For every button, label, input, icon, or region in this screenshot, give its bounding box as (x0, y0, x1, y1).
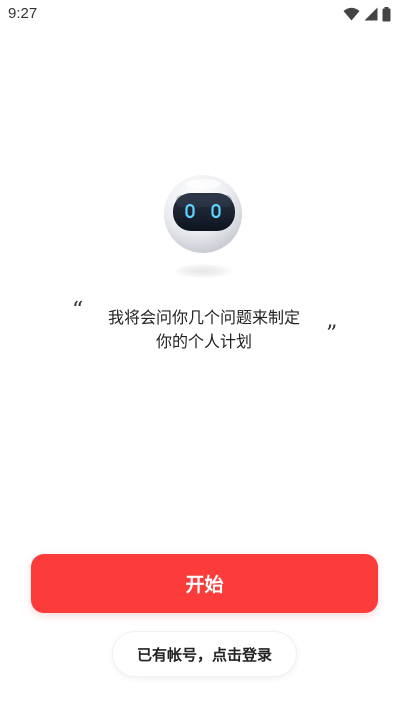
status-time: 9:27 (8, 5, 38, 22)
robot-shadow (174, 264, 232, 278)
quote-open-mark: “ (72, 298, 84, 323)
robot-icon (160, 175, 248, 264)
start-button[interactable]: 开始 (31, 554, 378, 613)
signal-icon (364, 7, 378, 21)
robot-illustration (160, 172, 248, 284)
login-button[interactable]: 已有帐号，点击登录 (112, 631, 297, 677)
intro-tagline: 我将会问你几个问题来制定 你的个人计划 (88, 306, 320, 354)
status-bar: 9:27 (0, 0, 409, 28)
tagline-line-2: 你的个人计划 (155, 332, 252, 351)
wifi-icon (343, 7, 360, 21)
quote-close-mark: ” (326, 322, 338, 347)
tagline-line-1: 我将会问你几个问题来制定 (107, 308, 300, 327)
status-icons (343, 6, 391, 22)
battery-icon (382, 6, 391, 22)
